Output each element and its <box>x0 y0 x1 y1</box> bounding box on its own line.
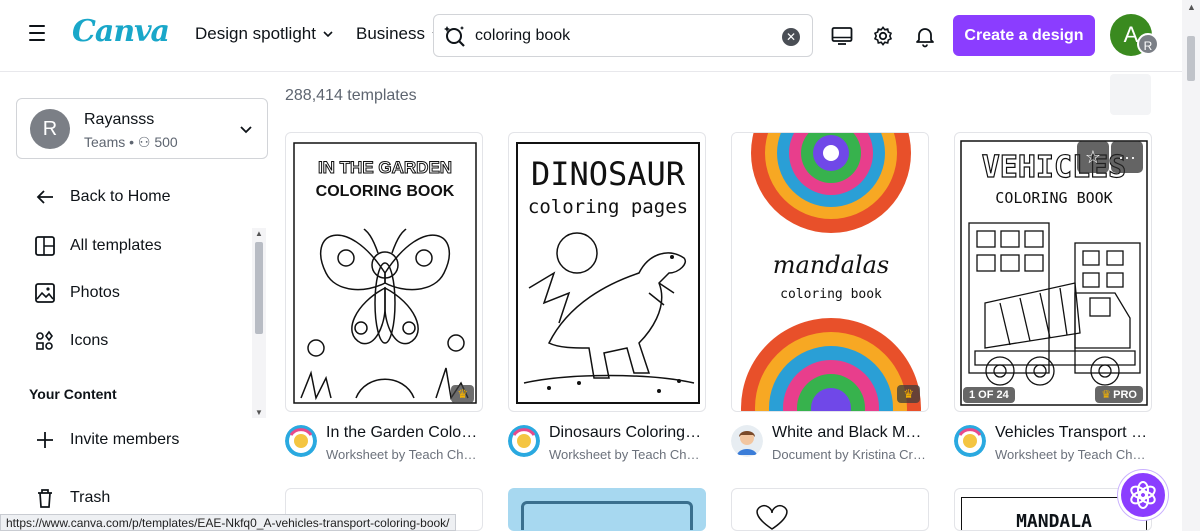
thumbnail-subtitle: COLORING BOOK <box>995 189 1112 207</box>
sidebar: R Rayansss Teams • ⚇ 500 Back to Home Al… <box>0 72 270 531</box>
clear-search-icon[interactable]: ✕ <box>782 28 800 46</box>
more-options-icon[interactable]: ··· <box>1111 141 1143 173</box>
template-thumbnail: DINOSAUR coloring pages <box>516 142 700 404</box>
shapes-icon <box>36 330 53 350</box>
crown-icon: ♛ <box>1101 389 1112 401</box>
thumbnail-subtitle: COLORING BOOK <box>316 183 455 200</box>
template-thumbnail: mandalas coloring book <box>732 133 928 411</box>
desktop-app-icon[interactable] <box>830 24 854 48</box>
template-card-vehicles[interactable]: VEHICLES COLORING BOOK ☆ ··· 1 OF 24 ♛ PR… <box>954 132 1152 412</box>
plus-icon <box>37 432 53 448</box>
sidebar-item-label: Icons <box>70 332 109 349</box>
bell-icon[interactable] <box>913 24 937 48</box>
template-card-row2-2[interactable] <box>508 488 706 531</box>
template-author: Document by Kristina Creative <box>772 447 927 462</box>
sidebar-item-label: Back to Home <box>70 188 171 205</box>
arrow-left-icon <box>36 190 53 204</box>
heart-icon <box>756 504 788 530</box>
thumbnail-frame <box>521 501 693 530</box>
thumbnail-subtitle: coloring pages <box>528 196 688 218</box>
status-bar-url: https://www.canva.com/p/templates/EAE-Nk… <box>0 514 456 531</box>
template-thumbnail: IN THE GARDEN COLORING BOOK <box>293 142 477 404</box>
creator-avatar[interactable] <box>954 425 986 457</box>
scroll-down-arrow[interactable]: ▼ <box>255 408 263 417</box>
template-author: Worksheet by Teach Cheer <box>326 447 481 462</box>
search-input[interactable] <box>475 26 775 45</box>
trash-icon <box>38 489 52 508</box>
search-bar: ✕ <box>433 14 813 57</box>
sidebar-item-trash[interactable]: Trash <box>34 487 110 509</box>
nav-business[interactable]: Business <box>356 24 443 44</box>
scrollbar-thumb[interactable] <box>255 242 263 334</box>
gear-icon[interactable] <box>871 24 895 48</box>
creator-avatar[interactable] <box>731 425 763 457</box>
team-members-info: Teams • ⚇ 500 <box>84 134 178 150</box>
team-name: Rayansss <box>84 111 155 128</box>
template-thumbnail: VEHICLES COLORING BOOK <box>960 140 1148 406</box>
sidebar-item-label: Photos <box>70 284 120 301</box>
creator-avatar[interactable] <box>508 425 540 457</box>
thumbnail-title: DINOSAUR <box>531 155 686 193</box>
template-card-mandalas[interactable]: mandalas coloring book ♛ <box>731 132 929 412</box>
templates-icon <box>35 236 55 256</box>
sidebar-scrollbar[interactable]: ▲ ▼ <box>252 228 266 418</box>
template-title[interactable]: Dinosaurs Coloring Pages <box>549 424 704 442</box>
sidebar-item-all-templates[interactable]: All templates <box>34 235 162 257</box>
thumbnail-title: IN THE GARDEN <box>318 158 452 177</box>
assistant-icon <box>1130 481 1156 509</box>
pro-badge: ♛ PRO <box>1095 386 1143 403</box>
premium-crown-badge: ♛ <box>897 385 920 403</box>
premium-crown-badge: ♛ <box>451 385 474 403</box>
photo-icon <box>35 283 55 303</box>
nav-label: Design spotlight <box>195 24 316 43</box>
sidebar-item-invite-members[interactable]: Invite members <box>34 429 179 451</box>
thumbnail-title: MANDALA <box>1016 511 1092 531</box>
team-avatar-badge: R <box>1137 33 1159 55</box>
creator-avatar[interactable] <box>285 425 317 457</box>
sidebar-item-label: Trash <box>70 489 111 506</box>
chevron-down-icon <box>323 31 333 38</box>
scroll-up-arrow[interactable]: ▲ <box>255 229 263 238</box>
pro-badge-label: PRO <box>1113 389 1137 401</box>
sidebar-item-icons[interactable]: Icons <box>34 330 108 352</box>
view-toggle-placeholder[interactable] <box>1110 74 1151 115</box>
top-header: Canva Design spotlight Business ✕ Create… <box>0 0 1200 72</box>
template-title[interactable]: In the Garden Coloring Book <box>326 424 481 442</box>
template-title[interactable]: White and Black Mandalas <box>772 424 927 442</box>
nav-design-spotlight[interactable]: Design spotlight <box>195 24 334 44</box>
template-author: Worksheet by Teach Cheer <box>549 447 704 462</box>
template-count: 288,414 templates <box>285 87 417 104</box>
template-card-row2-3[interactable] <box>731 488 929 531</box>
template-card-dinosaur[interactable]: DINOSAUR coloring pages <box>508 132 706 412</box>
thumbnail-title: mandalas <box>773 251 890 279</box>
sidebar-item-label: All templates <box>70 237 162 254</box>
thumbnail-subtitle: coloring book <box>780 287 882 302</box>
template-title[interactable]: Vehicles Transport Coloring Book <box>995 424 1150 442</box>
canva-logo[interactable]: Canva <box>72 14 170 49</box>
template-card-garden[interactable]: IN THE GARDEN COLORING BOOK ♛ <box>285 132 483 412</box>
section-title-your-content: Your Content <box>29 386 117 402</box>
scroll-up-arrow[interactable]: ▲ <box>1187 2 1196 12</box>
team-switcher[interactable]: R Rayansss Teams • ⚇ 500 <box>16 98 268 159</box>
nav-label: Business <box>356 24 425 43</box>
sidebar-item-photos[interactable]: Photos <box>34 282 120 304</box>
team-avatar: R <box>30 109 70 149</box>
scrollbar-thumb[interactable] <box>1187 36 1195 81</box>
sidebar-item-back-home[interactable]: Back to Home <box>34 186 170 208</box>
menu-icon[interactable] <box>26 25 48 45</box>
sidebar-item-label: Invite members <box>70 431 180 448</box>
create-design-button[interactable]: Create a design <box>953 15 1095 56</box>
magic-search-icon <box>444 25 465 47</box>
star-icon[interactable]: ☆ <box>1077 141 1109 173</box>
ai-assistant-button[interactable] <box>1118 470 1168 520</box>
template-author: Worksheet by Teach Cheer <box>995 447 1150 462</box>
page-scrollbar[interactable]: ▲ <box>1182 0 1200 531</box>
chevron-down-icon <box>240 126 252 134</box>
page-count-badge: 1 OF 24 <box>963 387 1015 403</box>
